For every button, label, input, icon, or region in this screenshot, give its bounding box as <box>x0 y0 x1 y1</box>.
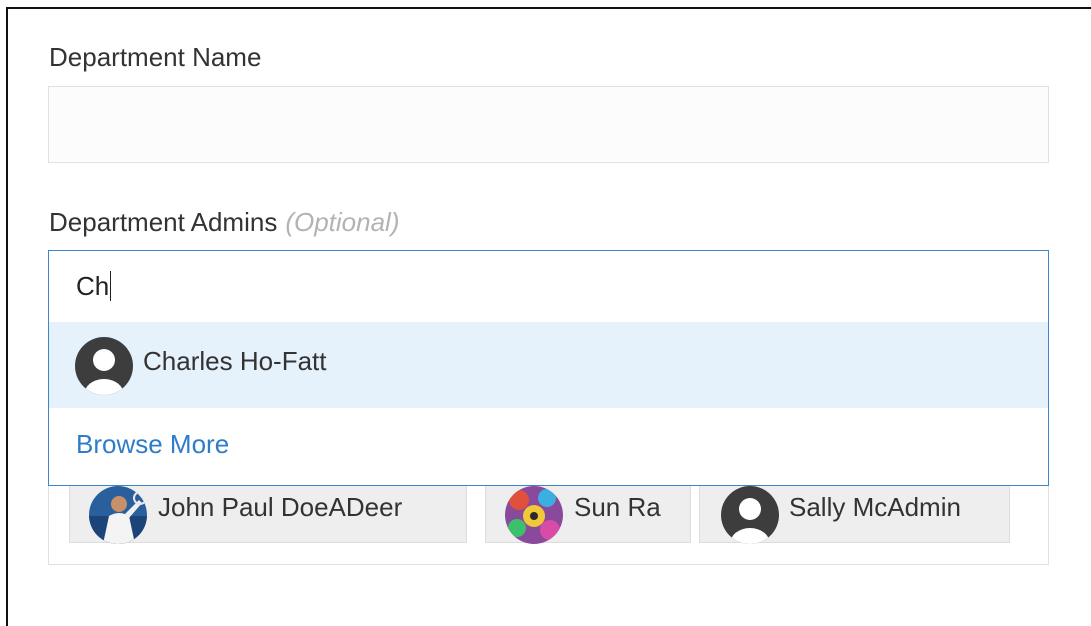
department-admins-label: Department Admins (Optional) <box>49 207 399 238</box>
optional-tag: (Optional) <box>285 207 400 237</box>
department-name-label-text: Department Name <box>49 42 262 72</box>
admin-chip-name: Sun Ra <box>574 492 661 522</box>
browse-more-link[interactable]: Browse More <box>76 429 229 460</box>
suggestion-item[interactable]: Charles Ho-Fatt <box>49 322 1048 408</box>
department-name-input[interactable] <box>48 86 1049 163</box>
admin-chip-name: John Paul DoeADeer <box>158 492 403 522</box>
admin-chip[interactable]: Sun Ra <box>485 485 691 544</box>
colorful-art-avatar-icon <box>505 486 563 549</box>
text-caret <box>110 271 112 302</box>
department-admins-label-text: Department Admins <box>49 207 278 237</box>
department-name-label: Department Name <box>49 42 261 73</box>
admin-chip-name: Sally McAdmin <box>789 492 961 522</box>
admin-chip[interactable]: Sally McAdmin <box>699 485 1010 544</box>
admin-chip[interactable]: John Paul DoeADeer <box>69 485 467 544</box>
admin-search-value: Ch <box>76 271 110 301</box>
default-user-avatar-icon <box>75 337 133 400</box>
tennis-player-avatar-icon <box>89 486 147 549</box>
admin-suggestion-dropdown: Charles Ho-Fatt Browse More <box>48 322 1049 486</box>
default-user-avatar-icon <box>721 486 779 549</box>
suggestion-name: Charles Ho-Fatt <box>143 346 327 376</box>
admin-search-input[interactable]: Ch <box>48 250 1049 323</box>
